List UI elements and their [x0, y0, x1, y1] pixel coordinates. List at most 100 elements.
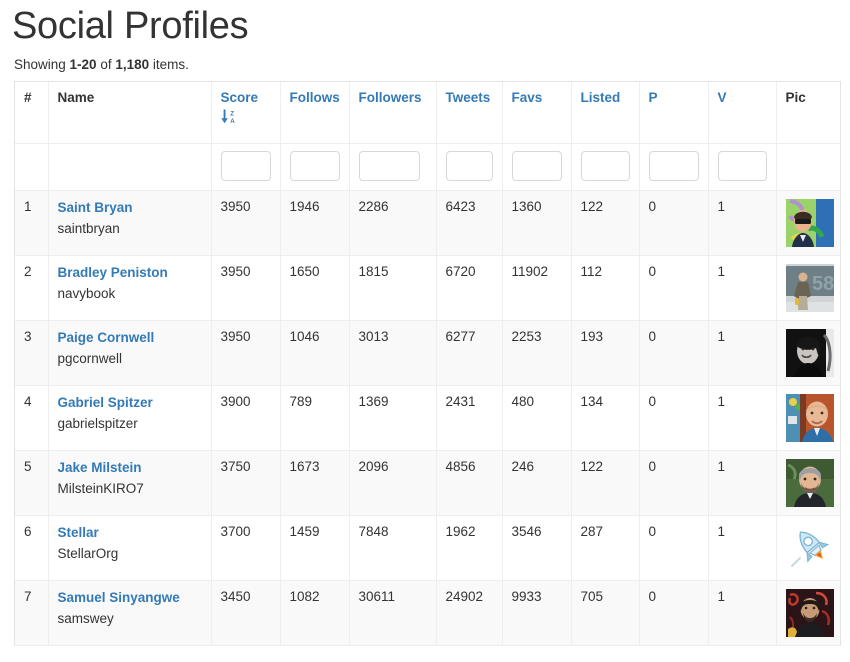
- svg-text:A: A: [230, 118, 235, 124]
- column-header-tweets[interactable]: Tweets: [436, 81, 503, 145]
- cell-score: 3950: [211, 190, 281, 257]
- filter-cell-score: [211, 143, 281, 192]
- summary-mid: of: [96, 56, 116, 72]
- cell-followers: 2096: [349, 450, 437, 517]
- filter-input-tweets[interactable]: [445, 151, 493, 182]
- cell-listed: 287: [571, 515, 640, 582]
- cell-p: 0: [639, 385, 709, 452]
- cell-v: 1: [708, 320, 777, 387]
- profile-name-link[interactable]: Saint Bryan: [58, 199, 202, 217]
- cell-followers: 30611: [349, 580, 437, 647]
- sort-link-followers[interactable]: Followers: [359, 90, 422, 107]
- sort-link-tweets[interactable]: Tweets: [446, 90, 491, 107]
- profile-handle: pgcornwell: [57, 350, 123, 366]
- profile-name-link[interactable]: Samuel Sinyangwe: [58, 589, 202, 607]
- filter-input-follows[interactable]: [289, 151, 340, 182]
- profiles-table-container: # Name Score Z A Follows Followers Tweet…: [14, 80, 841, 647]
- cell-favs: 3546: [502, 515, 572, 582]
- cell-pic: [776, 320, 840, 387]
- filter-input-listed[interactable]: [580, 151, 630, 182]
- table-row[interactable]: 3 Paige Cornwell pgcornwell 3950 1046 3013 627…: [15, 320, 840, 387]
- svg-text:58: 58: [812, 273, 834, 295]
- cell-rank: 5: [15, 450, 49, 517]
- filter-input-favs[interactable]: [511, 151, 562, 182]
- profile-name-link[interactable]: Gabriel Spitzer: [58, 394, 202, 412]
- profile-handle: samswey: [57, 610, 114, 626]
- sort-link-follows[interactable]: Follows: [290, 90, 340, 107]
- cell-v: 1: [708, 580, 777, 647]
- column-header-follows[interactable]: Follows: [280, 81, 350, 145]
- filter-cell-v: [708, 143, 777, 192]
- cell-pic: [776, 450, 840, 517]
- filter-cell-name: [48, 143, 212, 192]
- cell-p: 0: [639, 255, 709, 322]
- cell-score: 3450: [211, 580, 281, 647]
- cell-favs: 1360: [502, 190, 572, 257]
- cell-tweets: 1962: [436, 515, 503, 582]
- cell-rank: 6: [15, 515, 49, 582]
- cell-listed: 122: [571, 450, 640, 517]
- cell-listed: 134: [571, 385, 640, 452]
- profile-handle: navybook: [57, 285, 116, 301]
- header-row: # Name Score Z A Follows Followers Tweet…: [15, 81, 840, 145]
- profile-handle: StellarOrg: [57, 545, 119, 561]
- cell-p: 0: [639, 450, 709, 517]
- table-row[interactable]: 7 Samuel Sinyangwe samswey 3450 1082 30611 249…: [15, 580, 840, 647]
- cell-follows: 1459: [280, 515, 350, 582]
- column-header-rank: #: [15, 81, 49, 145]
- cell-v: 1: [708, 385, 777, 452]
- table-row[interactable]: 6 Stellar StellarOrg 3700 1459 7848 1962 3546 28…: [15, 515, 840, 582]
- profile-name-link[interactable]: Jake Milstein: [58, 459, 202, 477]
- table-row[interactable]: 1 Saint Bryan saintbryan 3950 1946 2286 6423 13…: [15, 190, 840, 257]
- profile-name-link[interactable]: Bradley Peniston: [58, 264, 202, 282]
- column-header-name: Name: [48, 81, 212, 145]
- column-label-pic: Pic: [785, 89, 806, 105]
- sort-link-v[interactable]: V: [718, 90, 727, 107]
- filter-input-p[interactable]: [648, 151, 699, 182]
- column-header-p[interactable]: P: [639, 81, 709, 145]
- cell-v: 1: [708, 190, 777, 257]
- cell-pic: [776, 190, 840, 257]
- filter-cell-follows: [280, 143, 350, 192]
- cell-followers: 7848: [349, 515, 437, 582]
- column-header-favs[interactable]: Favs: [502, 81, 572, 145]
- table-row[interactable]: 2 Bradley Peniston navybook 3950 1650 1815 672…: [15, 255, 840, 322]
- sort-amount-desc-icon: Z A: [220, 109, 259, 127]
- cell-tweets: 6423: [436, 190, 503, 257]
- cell-rank: 4: [15, 385, 49, 452]
- avatar-photo-red-graffiti-wall: [785, 589, 834, 638]
- cell-favs: 480: [502, 385, 572, 452]
- filter-input-followers[interactable]: [358, 151, 420, 182]
- sort-link-score[interactable]: Score Z A: [221, 90, 259, 126]
- sort-link-p[interactable]: P: [649, 90, 658, 107]
- cell-name: Bradley Peniston navybook: [48, 255, 212, 322]
- cell-listed: 705: [571, 580, 640, 647]
- cell-p: 0: [639, 320, 709, 387]
- profile-name-link[interactable]: Stellar: [58, 524, 202, 542]
- page-title: Social Profiles: [12, 5, 249, 47]
- cell-tweets: 2431: [436, 385, 503, 452]
- cell-score: 3900: [211, 385, 281, 452]
- cell-listed: 122: [571, 190, 640, 257]
- profile-name-link[interactable]: Paige Cornwell: [58, 329, 202, 347]
- cell-score: 3700: [211, 515, 281, 582]
- sort-link-listed[interactable]: Listed: [581, 90, 621, 107]
- filter-input-score[interactable]: [220, 151, 271, 182]
- column-header-v[interactable]: V: [708, 81, 777, 145]
- table-row[interactable]: 4 Gabriel Spitzer gabrielspitzer 3900 789 136…: [15, 385, 840, 452]
- cell-p: 0: [639, 580, 709, 647]
- summary-range: 1-20: [69, 56, 97, 72]
- sort-link-favs[interactable]: Favs: [512, 90, 543, 107]
- cell-p: 0: [639, 190, 709, 257]
- filter-input-v[interactable]: [717, 151, 767, 182]
- profile-handle: saintbryan: [57, 220, 120, 236]
- column-header-score[interactable]: Score Z A: [211, 81, 281, 145]
- column-header-listed[interactable]: Listed: [571, 81, 640, 145]
- cell-followers: 1369: [349, 385, 437, 452]
- column-header-followers[interactable]: Followers: [349, 81, 437, 145]
- svg-text:Z: Z: [230, 110, 234, 117]
- table-row[interactable]: 5 Jake Milstein MilsteinKIRO7 3750 1673 2096 4…: [15, 450, 840, 517]
- cell-favs: 9933: [502, 580, 572, 647]
- filter-cell-p: [639, 143, 709, 192]
- avatar-photo-bw-portrait: [785, 329, 834, 378]
